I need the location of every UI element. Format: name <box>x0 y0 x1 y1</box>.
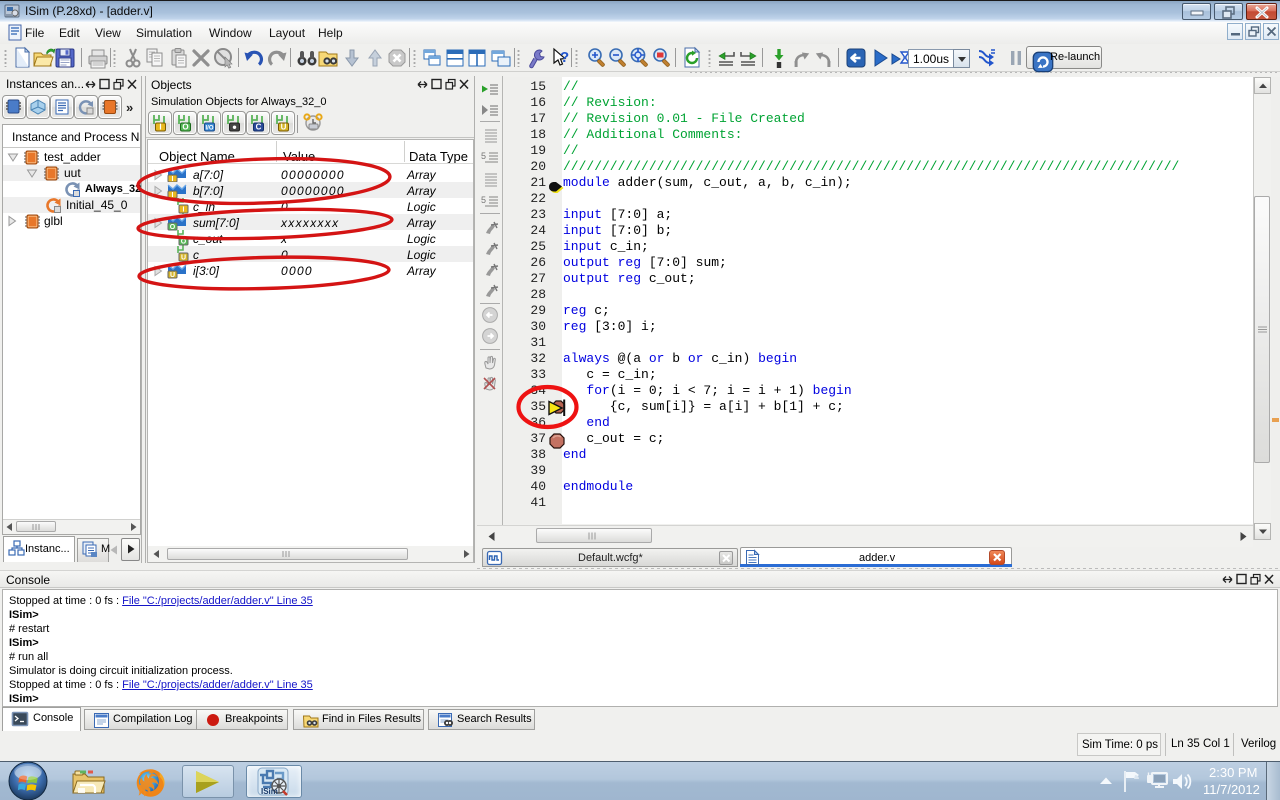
svg-text:ISim: ISim <box>261 787 278 796</box>
svg-text:O: O <box>182 123 188 132</box>
svg-text:I: I <box>159 123 161 132</box>
svg-text:5: 5 <box>481 195 486 205</box>
svg-text:C: C <box>256 123 262 132</box>
svg-text:I/O: I/O <box>205 126 213 132</box>
svg-text:U: U <box>280 123 286 132</box>
svg-text:5: 5 <box>481 151 486 161</box>
svg-text:●: ● <box>232 123 237 132</box>
svg-text:?: ? <box>560 49 569 66</box>
